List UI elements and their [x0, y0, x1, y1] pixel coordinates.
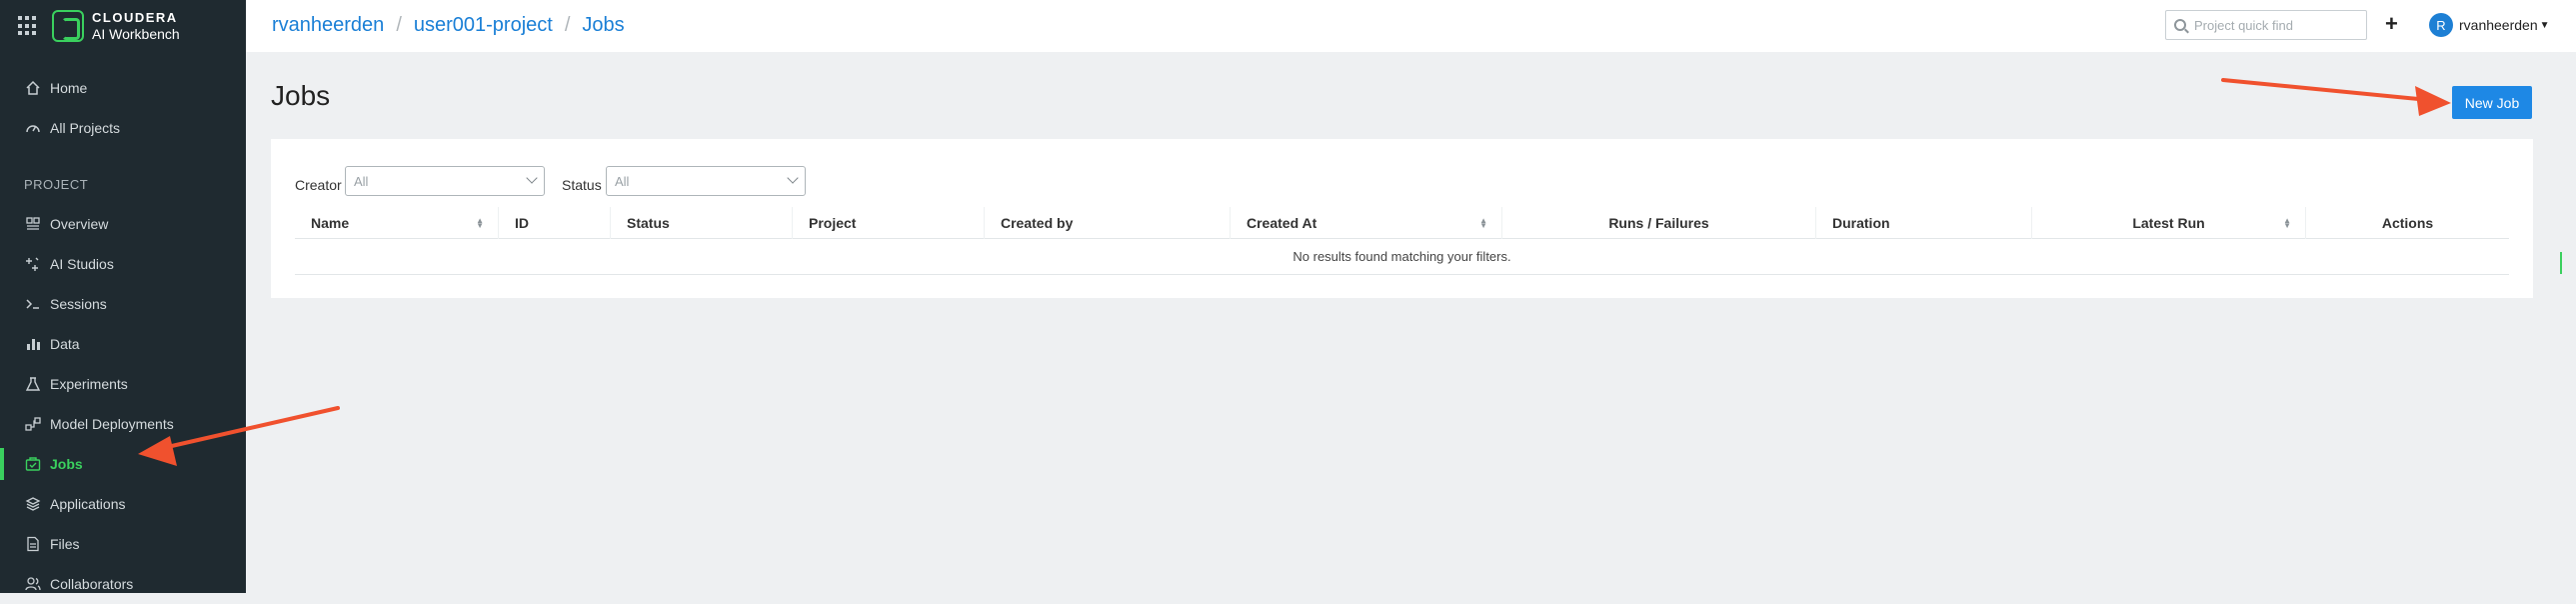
sidebar-item-sessions[interactable]: Sessions: [0, 284, 246, 324]
column-header-project: Project: [793, 207, 985, 239]
sort-icon: ▲ ▼: [2283, 216, 2291, 230]
column-header-created-at[interactable]: Created At ▲ ▼: [1231, 207, 1502, 239]
breadcrumb-project[interactable]: user001-project: [414, 14, 553, 37]
column-header-actions: Actions: [2306, 207, 2509, 239]
sort-icon: ▲ ▼: [476, 216, 484, 230]
search-icon: [2174, 19, 2186, 31]
breadcrumb-current[interactable]: Jobs: [582, 14, 624, 37]
page-title: Jobs: [271, 80, 331, 111]
breadcrumb-separator: /: [564, 14, 571, 36]
top-bar: rvanheerden / user001-project / Jobs + R…: [246, 0, 2576, 52]
status-filter-label: Status: [562, 177, 602, 193]
sidebar-item-data[interactable]: Data: [0, 324, 246, 364]
home-icon: [24, 79, 42, 97]
column-label: ID: [515, 215, 529, 231]
sidebar-item-jobs[interactable]: Jobs: [0, 444, 246, 484]
sidebar-item-label: Data: [50, 336, 80, 352]
sidebar-item-collaborators[interactable]: Collaborators: [0, 564, 246, 604]
status-filter-value: All: [615, 173, 630, 189]
sidebar-section-label: PROJECT: [24, 176, 89, 192]
sidebar-item-label: Collaborators: [50, 576, 134, 592]
sidebar-item-label: Model Deployments: [50, 416, 174, 432]
empty-results-message: No results found matching your filters.: [295, 239, 2509, 275]
column-header-created-by: Created by: [985, 207, 1231, 239]
breadcrumb: rvanheerden / user001-project / Jobs: [272, 14, 625, 37]
ai-studios-icon: [24, 255, 42, 273]
scroll-marker: [2560, 252, 2562, 274]
sidebar-item-applications[interactable]: Applications: [0, 484, 246, 524]
sidebar-item-files[interactable]: Files: [0, 524, 246, 564]
creator-filter-value: All: [354, 173, 369, 189]
sidebar-item-label: Experiments: [50, 376, 128, 392]
caret-down-icon: ▼: [2539, 19, 2550, 31]
arrow-to-new-job: [2221, 78, 2451, 116]
column-header-latest-run[interactable]: Latest Run ▲ ▼: [2032, 207, 2306, 239]
search-input[interactable]: [2194, 17, 2354, 33]
sidebar-item-all-projects[interactable]: All Projects: [0, 108, 246, 148]
sidebar-item-experiments[interactable]: Experiments: [0, 364, 246, 404]
user-menu[interactable]: R rvanheerden ▼: [2429, 13, 2550, 37]
sidebar-item-label: All Projects: [50, 120, 121, 136]
column-label: Status: [627, 215, 670, 231]
brand-name: CLOUDERA: [92, 10, 178, 25]
model-deploy-icon: [24, 415, 42, 433]
column-header-duration: Duration: [1816, 207, 2032, 239]
breadcrumb-user[interactable]: rvanheerden: [272, 14, 384, 37]
app-switcher-icon[interactable]: [18, 16, 38, 36]
layers-icon: [24, 495, 42, 513]
column-label: Created by: [1001, 215, 1074, 231]
creator-filter-label: Creator: [295, 177, 342, 193]
status-filter-select[interactable]: All: [606, 166, 806, 196]
user-name: rvanheerden: [2459, 17, 2538, 33]
chevron-down-icon: [787, 172, 799, 184]
chevron-down-icon: [526, 172, 538, 184]
dashboard-icon: [24, 119, 42, 137]
bar-chart-icon: [24, 335, 42, 353]
sidebar-project-nav: PROJECT Overview AI Studios Sessions Dat…: [0, 164, 246, 604]
sidebar-item-label: Jobs: [50, 456, 83, 472]
jobs-icon: [24, 455, 42, 473]
creator-filter-select[interactable]: All: [345, 166, 545, 196]
column-header-status: Status: [611, 207, 793, 239]
sidebar-item-overview[interactable]: Overview: [0, 204, 246, 244]
sidebar-item-label: Sessions: [50, 296, 107, 312]
sidebar-item-label: Applications: [50, 496, 126, 512]
jobs-table-header: Name ▲ ▼ ID Status Project Created by Cre…: [295, 207, 2509, 239]
users-icon: [24, 575, 42, 593]
terminal-icon: [24, 295, 42, 313]
column-label: Latest Run: [2132, 215, 2205, 231]
overview-icon: [24, 215, 42, 233]
avatar: R: [2429, 13, 2453, 37]
flask-icon: [24, 375, 42, 393]
project-quick-find[interactable]: [2165, 10, 2367, 40]
cloudera-logo-icon: [52, 10, 84, 42]
brand-subtitle: AI Workbench: [92, 26, 180, 42]
breadcrumb-separator: /: [396, 14, 402, 36]
column-header-runs-failures: Runs / Failures: [1502, 207, 1816, 239]
sidebar-top-nav: Home All Projects: [0, 68, 246, 148]
sidebar-item-label: Home: [50, 80, 88, 96]
sidebar-item-label: Files: [50, 536, 80, 552]
column-label: Name: [311, 215, 350, 231]
sidebar-item-label: Overview: [50, 216, 109, 232]
jobs-panel: Creator All Status All Name ▲ ▼ ID Status…: [271, 139, 2533, 298]
add-button[interactable]: +: [2385, 11, 2398, 37]
brand: CLOUDERA AI Workbench: [18, 6, 180, 46]
sidebar-item-model-deployments[interactable]: Model Deployments: [0, 404, 246, 444]
column-label: Duration: [1832, 215, 1890, 231]
column-label: Actions: [2381, 215, 2434, 231]
sidebar-item-label: AI Studios: [50, 256, 114, 272]
sort-icon: ▲ ▼: [1479, 216, 1487, 230]
brand-text: CLOUDERA AI Workbench: [92, 10, 180, 42]
new-job-button[interactable]: New Job: [2452, 86, 2532, 119]
file-icon: [24, 535, 42, 553]
column-label: Runs / Failures: [1608, 215, 1709, 231]
sidebar: CLOUDERA AI Workbench Home All Projects …: [0, 0, 246, 593]
column-label: Project: [809, 215, 857, 231]
column-header-name[interactable]: Name ▲ ▼: [295, 207, 499, 239]
column-header-id: ID: [499, 207, 611, 239]
column-label: Created At: [1247, 215, 1317, 231]
sidebar-item-home[interactable]: Home: [0, 68, 246, 108]
sidebar-item-ai-studios[interactable]: AI Studios: [0, 244, 246, 284]
